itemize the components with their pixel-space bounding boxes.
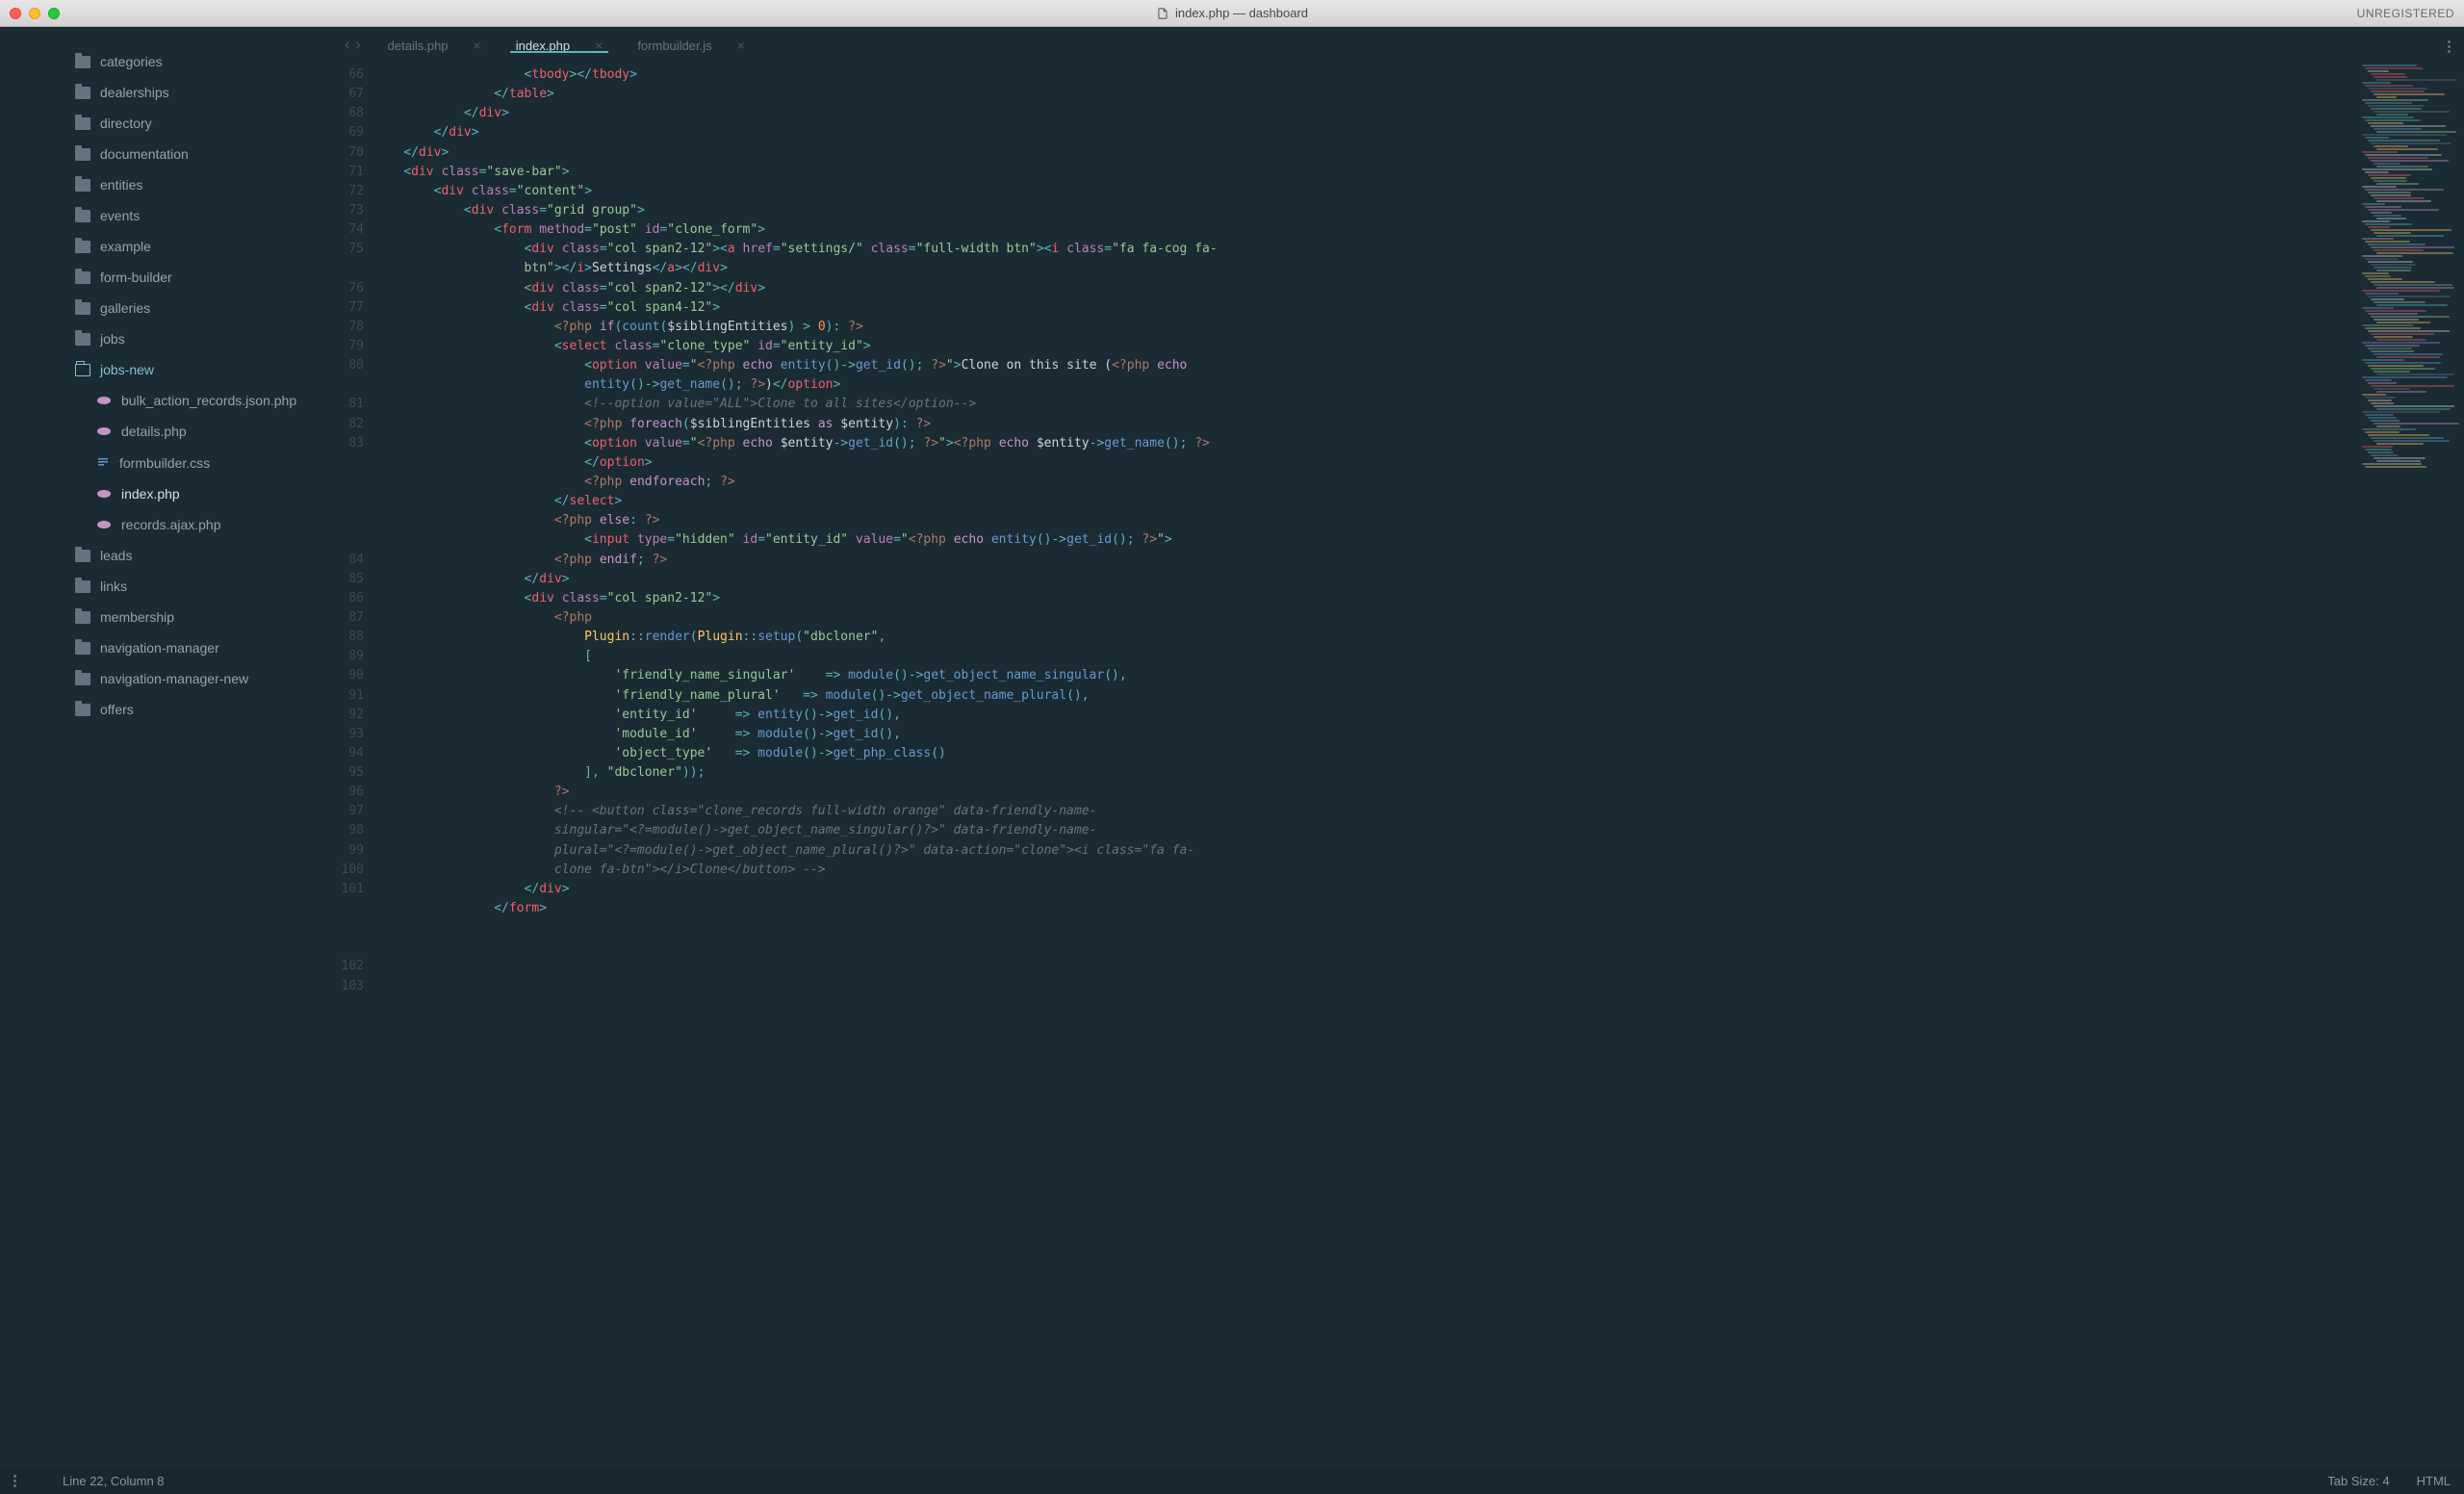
unregistered-label: UNREGISTERED (2357, 7, 2454, 20)
folder-icon (75, 333, 90, 346)
tab-forward-button[interactable]: › (355, 37, 360, 54)
folder-icon (75, 117, 90, 130)
sidebar-item-form-builder[interactable]: form-builder (0, 262, 327, 293)
php-file-icon (96, 393, 112, 408)
traffic-lights (10, 8, 60, 19)
folder-icon (75, 210, 90, 222)
sidebar-item-records-ajax-php[interactable]: records.ajax.php (0, 509, 327, 540)
sidebar-item-label: entities (100, 177, 142, 193)
code-content[interactable]: <tbody></tbody> </table> </div> </div> <… (373, 64, 2464, 1467)
tab-label: details.php (388, 39, 449, 53)
sidebar-item-label: example (100, 239, 151, 254)
folder-icon (75, 673, 90, 685)
sidebar-item-bulk-action-records-json-php[interactable]: bulk_action_records.json.php (0, 385, 327, 416)
sidebar-item-label: records.ajax.php (121, 517, 221, 532)
sidebar-item-label: galleries (100, 300, 150, 316)
line-gutter: 6667686970717273747576777879808182838485… (327, 64, 373, 1467)
close-tab-icon[interactable]: × (595, 38, 603, 53)
folder-icon (75, 611, 90, 624)
window-title-text: index.php — dashboard (1175, 6, 1308, 20)
sidebar-item-galleries[interactable]: galleries (0, 293, 327, 323)
folder-open-icon (75, 364, 90, 376)
sidebar-item-documentation[interactable]: documentation (0, 139, 327, 169)
folder-icon (75, 179, 90, 192)
status-menu-icon[interactable] (13, 1475, 16, 1487)
sidebar-item-label: index.php (121, 486, 180, 502)
sidebar-item-label: jobs (100, 331, 125, 347)
sidebar-item-label: jobs-new (100, 362, 154, 377)
folder-icon (75, 241, 90, 253)
sidebar-item-label: form-builder (100, 270, 172, 285)
window-title: index.php — dashboard (1156, 6, 1308, 20)
tab-back-button[interactable]: ‹ (345, 37, 349, 54)
sidebar-item-dealerships[interactable]: dealerships (0, 77, 327, 108)
titlebar: index.php — dashboard UNREGISTERED (0, 0, 2464, 27)
sidebar-item-directory[interactable]: directory (0, 108, 327, 139)
php-file-icon (96, 517, 112, 532)
folder-icon (75, 87, 90, 99)
sidebar-item-entities[interactable]: entities (0, 169, 327, 200)
tab-label: index.php (516, 39, 570, 53)
php-file-icon (96, 424, 112, 439)
css-file-icon (96, 454, 110, 471)
folder-icon (75, 56, 90, 68)
cursor-position[interactable]: Line 22, Column 8 (63, 1474, 165, 1488)
sidebar[interactable]: categories dealerships directory documentat… (0, 27, 327, 1467)
tab-details-php[interactable]: details.php × (371, 38, 499, 53)
folder-icon (75, 148, 90, 161)
sidebar-item-label: bulk_action_records.json.php (121, 393, 296, 408)
tab-formbuilder-js[interactable]: formbuilder.js × (620, 38, 762, 53)
close-tab-icon[interactable]: × (737, 38, 745, 53)
sidebar-item-navigation-manager-new[interactable]: navigation-manager-new (0, 663, 327, 694)
sidebar-item-label: leads (100, 548, 132, 563)
sidebar-item-label: offers (100, 702, 134, 717)
sidebar-item-label: navigation-manager-new (100, 671, 248, 686)
sidebar-item-index-php[interactable]: index.php (0, 478, 327, 509)
more-menu-icon[interactable] (2448, 39, 2451, 55)
sidebar-item-jobs[interactable]: jobs (0, 323, 327, 354)
tab-size[interactable]: Tab Size: 4 (2327, 1474, 2389, 1488)
sidebar-item-label: events (100, 208, 140, 223)
sidebar-item-offers[interactable]: offers (0, 694, 327, 725)
syntax-mode[interactable]: HTML (2417, 1474, 2451, 1488)
sidebar-item-links[interactable]: links (0, 571, 327, 602)
sidebar-item-label: dealerships (100, 85, 169, 100)
folder-icon (75, 302, 90, 315)
sidebar-item-navigation-manager[interactable]: navigation-manager (0, 632, 327, 663)
php-file-icon (96, 486, 112, 502)
sidebar-item-categories[interactable]: categories (0, 46, 327, 77)
sidebar-item-label: navigation-manager (100, 640, 219, 656)
sidebar-item-label: categories (100, 54, 163, 69)
minimize-window-button[interactable] (29, 8, 40, 19)
sidebar-item-example[interactable]: example (0, 231, 327, 262)
sidebar-item-membership[interactable]: membership (0, 602, 327, 632)
folder-icon (75, 642, 90, 655)
sidebar-item-label: documentation (100, 146, 189, 162)
code-area[interactable]: 6667686970717273747576777879808182838485… (327, 64, 2464, 1467)
sidebar-item-label: directory (100, 116, 152, 131)
tab-row: ‹ › details.php×index.php×formbuilder.js… (327, 27, 2464, 64)
file-icon (1156, 7, 1169, 20)
sidebar-item-formbuilder-css[interactable]: formbuilder.css (0, 447, 327, 478)
sidebar-item-label: links (100, 579, 127, 594)
sidebar-item-label: membership (100, 609, 174, 625)
tab-index-php[interactable]: index.php × (499, 38, 621, 53)
folder-icon (75, 550, 90, 562)
sidebar-item-label: details.php (121, 424, 187, 439)
folder-icon (75, 704, 90, 716)
folder-icon (75, 271, 90, 284)
folder-icon (75, 580, 90, 593)
sidebar-item-label: formbuilder.css (119, 455, 210, 471)
editor: ‹ › details.php×index.php×formbuilder.js… (327, 27, 2464, 1467)
statusbar: Line 22, Column 8 Tab Size: 4 HTML (0, 1467, 2464, 1494)
sidebar-item-details-php[interactable]: details.php (0, 416, 327, 447)
sidebar-item-events[interactable]: events (0, 200, 327, 231)
sidebar-item-jobs-new[interactable]: jobs-new (0, 354, 327, 385)
close-tab-icon[interactable]: × (474, 38, 481, 53)
zoom-window-button[interactable] (48, 8, 60, 19)
tab-nav-arrows: ‹ › (335, 37, 371, 54)
tab-label: formbuilder.js (637, 39, 711, 53)
sidebar-item-leads[interactable]: leads (0, 540, 327, 571)
close-window-button[interactable] (10, 8, 21, 19)
